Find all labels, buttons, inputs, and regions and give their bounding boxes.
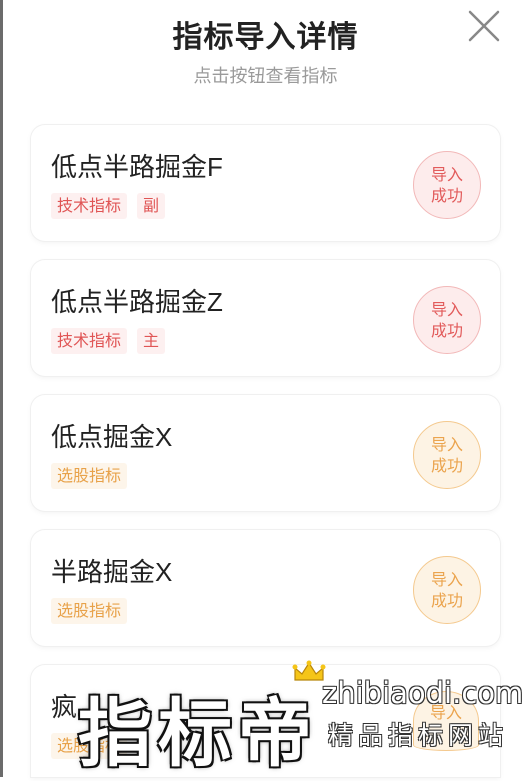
left-edge bbox=[0, 0, 3, 777]
import-success-button[interactable]: 导入 成功 bbox=[413, 421, 481, 489]
indicator-card[interactable]: 低点半路掘金Z 技术指标 主 导入 成功 bbox=[31, 260, 500, 376]
indicator-name: 低点掘金X bbox=[51, 422, 173, 452]
indicator-name: 半路掘金X bbox=[51, 557, 173, 587]
status-line-2: 成功 bbox=[430, 321, 463, 340]
import-success-button[interactable]: 导入 成功 bbox=[413, 151, 481, 219]
tag-list: 技术指标 主 bbox=[51, 328, 166, 354]
indicator-card[interactable]: 半路掘金X 选股指标 导入 成功 bbox=[31, 530, 500, 646]
type-tag: 副 bbox=[137, 193, 166, 219]
page-title: 指标导入详情 bbox=[172, 20, 359, 55]
indicator-name: 疯 bbox=[51, 692, 78, 722]
category-tag: 技术指标 bbox=[51, 328, 128, 354]
indicator-card[interactable]: 低点掘金X 选股指标 导入 成功 bbox=[31, 395, 500, 511]
tag-list: 选股指标 bbox=[51, 598, 128, 624]
close-button[interactable] bbox=[464, 6, 504, 46]
tag-list: 选股指标 bbox=[51, 733, 128, 759]
import-success-button[interactable]: 导入 成功 bbox=[413, 286, 481, 354]
indicator-name: 低点半路掘金F bbox=[51, 152, 223, 182]
category-tag: 选股指标 bbox=[51, 598, 128, 624]
status-line-1: 导入 bbox=[430, 300, 463, 319]
status-line-2: 成功 bbox=[430, 186, 463, 205]
import-success-button[interactable]: 导入 bbox=[413, 691, 479, 751]
status-line-2: 成功 bbox=[430, 456, 463, 475]
dialog-header: 指标导入详情 点击按钮查看指标 bbox=[0, 0, 531, 110]
status-line-1: 导入 bbox=[430, 165, 463, 184]
indicator-card[interactable]: 低点半路掘金F 技术指标 副 导入 成功 bbox=[31, 125, 500, 241]
status-line-1: 导入 bbox=[430, 435, 463, 454]
tag-list: 技术指标 副 bbox=[51, 193, 166, 219]
category-tag: 选股指标 bbox=[51, 733, 128, 759]
indicator-card[interactable]: 疯 选股指标 导入 bbox=[31, 665, 500, 777]
page-subtitle: 点击按钮查看指标 bbox=[193, 66, 338, 87]
type-tag: 主 bbox=[137, 328, 166, 354]
status-line-1: 导入 bbox=[429, 703, 462, 722]
tag-list: 选股指标 bbox=[51, 463, 128, 489]
status-line-2: 成功 bbox=[430, 591, 463, 610]
close-icon bbox=[468, 10, 500, 42]
category-tag: 技术指标 bbox=[51, 193, 128, 219]
status-line-1: 导入 bbox=[430, 570, 463, 589]
indicator-name: 低点半路掘金Z bbox=[51, 287, 223, 317]
import-success-button[interactable]: 导入 成功 bbox=[413, 556, 481, 624]
category-tag: 选股指标 bbox=[51, 463, 128, 489]
